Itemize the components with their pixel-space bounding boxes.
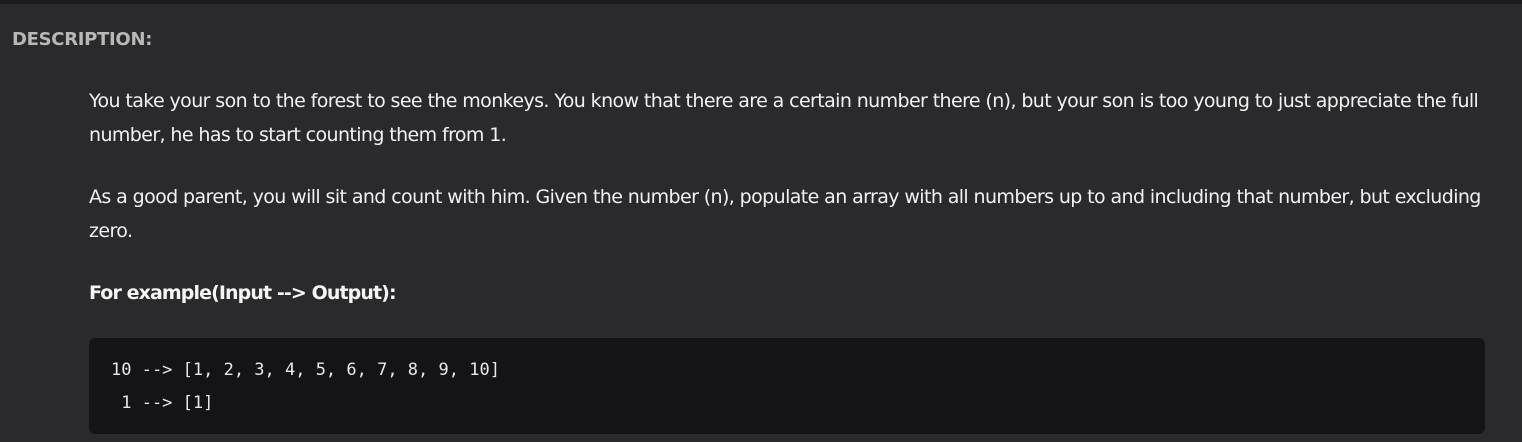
description-paragraph-1: You take your son to the forest to see t… — [89, 90, 1479, 146]
description-heading: DESCRIPTION: — [12, 29, 153, 50]
description-paragraph-2: As a good parent, you will sit and count… — [89, 186, 1481, 242]
code-example-block: 10 --> [1, 2, 3, 4, 5, 6, 7, 8, 9, 10] 1… — [89, 338, 1485, 434]
description-content: You take your son to the forest to see t… — [89, 84, 1489, 310]
code-line: 10 --> [1, 2, 3, 4, 5, 6, 7, 8, 9, 10] — [111, 360, 500, 380]
example-title: For example(Input --> Output): — [89, 282, 397, 304]
code-line: 1 --> [1] — [111, 393, 214, 413]
